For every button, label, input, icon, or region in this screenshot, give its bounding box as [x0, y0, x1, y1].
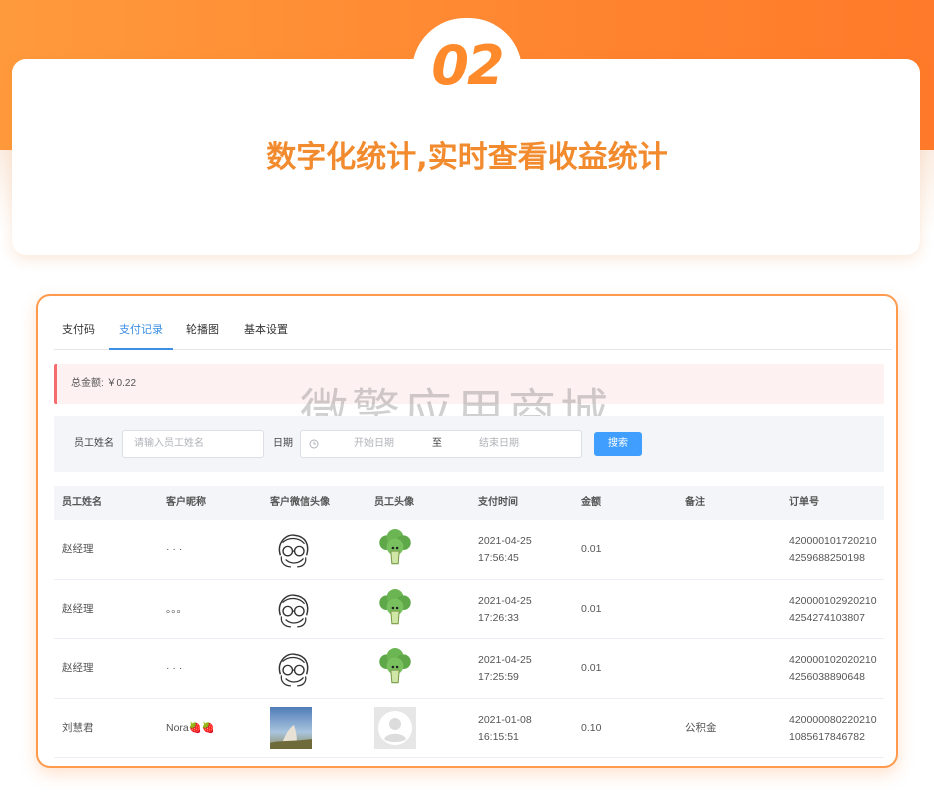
employee-name-placeholder: 请输入员工姓名	[134, 438, 204, 449]
header-nickname: 客户昵称	[166, 497, 206, 508]
search-button[interactable]: 搜索	[594, 432, 642, 456]
customer-nickname: 。。。	[166, 602, 187, 615]
header-customer-avatar: 客户微信头像	[270, 497, 330, 508]
note: 公积金	[685, 721, 717, 734]
range-separator: 至	[432, 438, 442, 449]
customer-nickname: Nora🍓🍓	[166, 721, 215, 734]
employee-name: 赵经理	[62, 543, 94, 555]
header-note: 备注	[685, 497, 705, 508]
hero-title: 数字化统计,实时查看收益统计	[266, 140, 668, 175]
pay-time: 2021-04-25 17:56:45	[478, 533, 532, 567]
header-employee-avatar: 员工头像	[374, 497, 414, 508]
order-number: 420000080220210 1085617846782	[789, 712, 877, 746]
clock-icon	[309, 439, 319, 449]
employee-name-input[interactable]: 请输入员工姓名	[122, 430, 264, 458]
pay-time: 2021-01-08 16:15:51	[478, 712, 532, 746]
pay-date: 2021-04-25	[478, 594, 532, 607]
employee-name-label: 员工姓名	[74, 438, 114, 449]
employee-name: 刘慧君	[62, 721, 94, 734]
date-label: 日期	[273, 438, 293, 449]
order-number: 420000102020210 4256038890648	[789, 652, 877, 686]
amount: 0.01	[581, 602, 602, 615]
date-range-picker[interactable]: 开始日期 至 结束日期	[300, 430, 582, 458]
customer-nickname: · · ·	[166, 543, 183, 555]
photo-avatar	[270, 706, 312, 749]
order-number: 420000102920210 4254274103807	[789, 593, 877, 627]
table-row: 赵经理 。。。 2021-04-25 17:26:33 0.01 4200001…	[54, 580, 884, 639]
admin-panel: 支付码 支付记录 轮播图 基本设置 总金额: ￥0.22 微擎应用商城 员工姓名…	[36, 294, 898, 768]
table-header: 员工姓名 客户昵称 客户微信头像 员工头像 支付时间 金额 备注 订单号	[54, 486, 884, 520]
table-row: 刘慧君 Nora🍓🍓 2021-01-08 16:15:51 0.10 公积金 …	[54, 699, 884, 758]
tab-carousel[interactable]: 轮播图	[186, 312, 219, 350]
pay-time: 2021-04-25 17:25:59	[478, 652, 532, 686]
amount: 0.01	[581, 662, 602, 674]
order-number-line1: 420000102920210	[789, 594, 877, 607]
search-bar: 员工姓名 请输入员工姓名 日期 开始日期 至 结束日期 搜索	[54, 416, 884, 472]
end-date-placeholder: 结束日期	[479, 438, 519, 449]
pay-clock: 17:25:59	[478, 671, 519, 683]
order-number: 420000101720210 4259688250198	[789, 533, 877, 567]
header-employee: 员工姓名	[62, 497, 102, 508]
sketch-avatar-icon	[278, 653, 309, 687]
tab-basic-settings[interactable]: 基本设置	[244, 312, 288, 350]
default-avatar-icon	[374, 706, 416, 749]
order-number-line1: 420000080220210	[789, 713, 877, 726]
order-number-line1: 420000102020210	[789, 654, 877, 666]
start-date-placeholder: 开始日期	[354, 438, 394, 449]
order-number-line2: 4254274103807	[789, 611, 865, 624]
pay-clock: 17:26:33	[478, 611, 519, 624]
header-order-no: 订单号	[789, 497, 819, 508]
pay-date: 2021-04-25	[478, 535, 532, 547]
pay-clock: 17:56:45	[478, 552, 519, 564]
broccoli-icon	[379, 588, 411, 624]
total-amount-text: 总金额: ￥0.22	[71, 378, 137, 389]
payment-records-table: 员工姓名 客户昵称 客户微信头像 员工头像 支付时间 金额 备注 订单号 赵经理…	[54, 486, 884, 758]
table-row: 赵经理 · · · 2021-04-25 17:56:45 0.01 42000…	[54, 520, 884, 580]
table-row: 赵经理 · · · 2021-04-25 17:25:59 0.01 42000…	[54, 639, 884, 699]
header-amount: 金额	[581, 497, 601, 508]
sketch-avatar-icon	[278, 593, 309, 627]
employee-name: 赵经理	[62, 662, 94, 674]
tab-payment-code[interactable]: 支付码	[62, 312, 95, 350]
tab-payment-records[interactable]: 支付记录	[109, 312, 173, 350]
tab-bar: 支付码 支付记录 轮播图 基本设置	[54, 312, 892, 350]
employee-name: 赵经理	[62, 602, 94, 615]
order-number-line1: 420000101720210	[789, 535, 877, 547]
customer-nickname: · · ·	[166, 662, 183, 674]
order-number-line2: 4256038890648	[789, 671, 865, 683]
pay-date: 2021-04-25	[478, 654, 532, 666]
pay-time: 2021-04-25 17:26:33	[478, 593, 532, 627]
order-number-line2: 1085617846782	[789, 730, 865, 743]
pay-date: 2021-01-08	[478, 713, 532, 726]
pay-clock: 16:15:51	[478, 730, 519, 743]
order-number-line2: 4259688250198	[789, 552, 865, 564]
header-pay-time: 支付时间	[478, 497, 518, 508]
amount: 0.10	[581, 721, 602, 734]
sketch-avatar-icon	[278, 534, 309, 568]
broccoli-icon	[379, 529, 411, 565]
badge-number: 02	[431, 34, 504, 97]
amount: 0.01	[581, 543, 602, 555]
broccoli-icon	[379, 648, 411, 684]
